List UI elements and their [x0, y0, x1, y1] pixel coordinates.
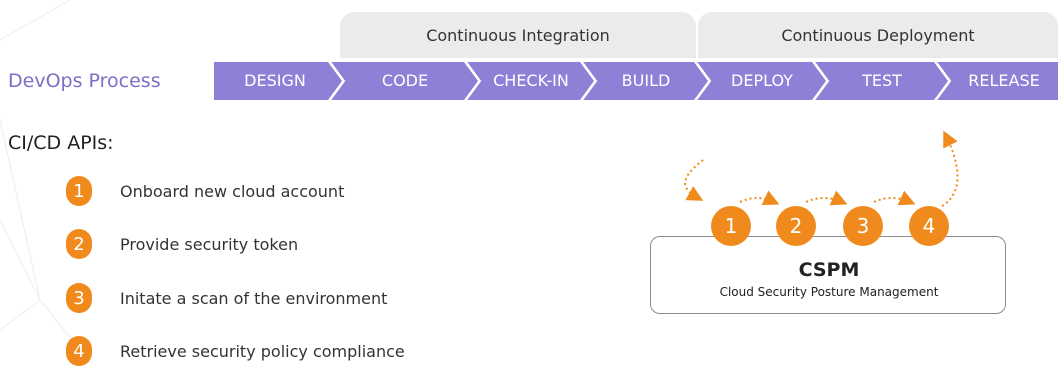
- step-build: BUILD: [621, 71, 671, 90]
- api-list-item: 2 Provide security token: [66, 229, 298, 259]
- step-design: DESIGN: [244, 71, 306, 90]
- api-number-badge: 2: [66, 229, 92, 259]
- cspm-step-3: 3: [843, 206, 883, 246]
- api-item-text: Retrieve security policy compliance: [120, 341, 405, 361]
- step-deploy: DEPLOY: [731, 71, 793, 90]
- api-list-item: 3 Initate a scan of the environment: [66, 283, 387, 313]
- api-item-text: Onboard new cloud account: [120, 181, 345, 201]
- api-list-item: 1 Onboard new cloud account: [66, 176, 344, 206]
- api-number-badge: 3: [66, 283, 92, 313]
- cicd-apis-title: CI/CD APIs:: [8, 132, 114, 154]
- cspm-subtitle: Cloud Security Posture Management: [719, 285, 939, 299]
- cspm-step-1: 1: [711, 206, 751, 246]
- cspm-box: CSPM Cloud Security Posture Management: [650, 236, 1006, 314]
- step-test: TEST: [862, 71, 902, 90]
- cspm-step-4: 4: [909, 206, 949, 246]
- api-item-text: Initate a scan of the environment: [120, 288, 388, 308]
- step-release: RELEASE: [968, 71, 1040, 90]
- api-item-text: Provide security token: [120, 234, 299, 254]
- cspm-title: CSPM: [798, 259, 860, 281]
- api-number-badge: 1: [66, 176, 92, 206]
- step-check-in: CHECK-IN: [493, 71, 569, 90]
- step-code: CODE: [381, 71, 429, 90]
- cspm-step-2: 2: [776, 206, 816, 246]
